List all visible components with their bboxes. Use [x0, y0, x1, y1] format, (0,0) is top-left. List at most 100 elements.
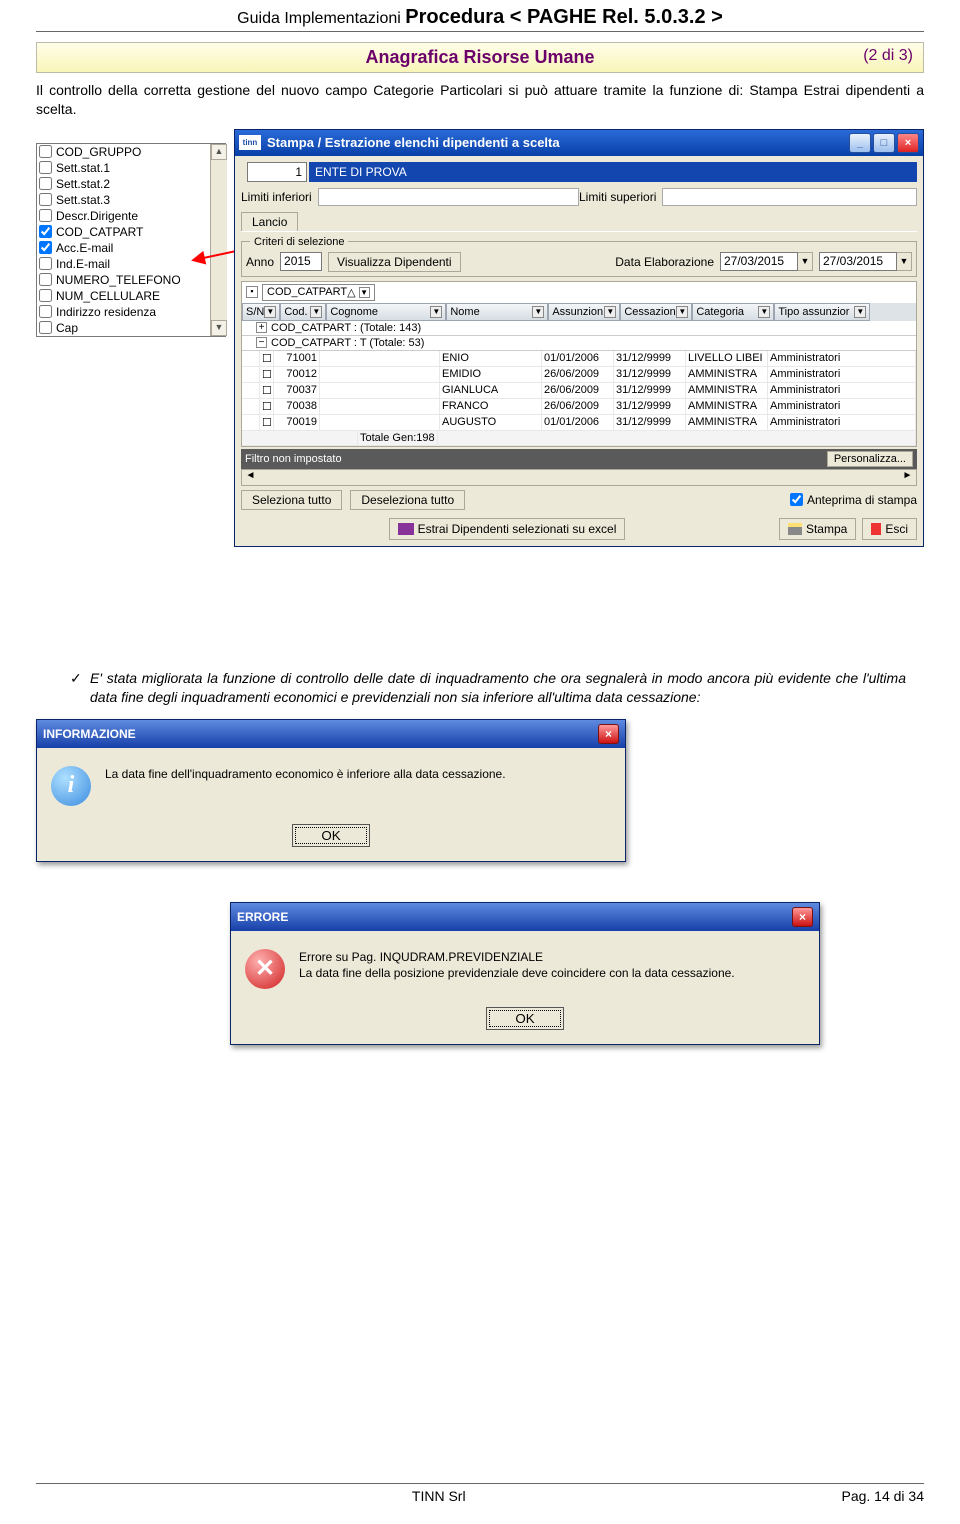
anno-input[interactable]: 2015: [280, 252, 322, 271]
scroll-down-icon[interactable]: ▼: [211, 320, 227, 336]
column-filter-icon[interactable]: ▼: [854, 306, 866, 318]
fieldlist-item[interactable]: Cap: [37, 320, 225, 336]
close-button[interactable]: ×: [792, 907, 813, 927]
data-elab-to[interactable]: 27/03/2015: [819, 252, 897, 271]
group-row-2[interactable]: −COD_CATPART : T (Totale: 53): [242, 336, 916, 351]
dialog-titlebar[interactable]: ERRORE ×: [231, 903, 819, 931]
row-checkbox[interactable]: ☐: [260, 351, 274, 366]
fieldlist-label: Sett.stat.2: [56, 177, 110, 191]
limiti-superiori-field[interactable]: [662, 188, 917, 206]
fieldlist-checkbox[interactable]: [39, 305, 52, 318]
fieldlist-label: Cap: [56, 321, 78, 335]
dropdown-arrow-icon[interactable]: ▼: [897, 252, 912, 271]
personalizza-button[interactable]: Personalizza...: [827, 451, 913, 467]
screenshot-area-1: ▲ ▼ COD_GRUPPOSett.stat.1Sett.stat.2Sett…: [36, 129, 924, 639]
fieldlist-checkbox[interactable]: [39, 209, 52, 222]
fieldlist-checkbox[interactable]: [39, 257, 52, 270]
column-filter-icon[interactable]: ▼: [532, 306, 544, 318]
collapse-icon[interactable]: −: [256, 337, 267, 348]
group-row-1[interactable]: + COD_CATPART : (Totale: 143): [242, 321, 916, 336]
fieldlist-item[interactable]: Sett.stat.3: [37, 192, 225, 208]
fieldlist-checkbox[interactable]: [39, 161, 52, 174]
column-header[interactable]: Assunzion▼: [548, 303, 620, 321]
column-header[interactable]: Tipo assunzior▼: [774, 303, 870, 321]
data-grid[interactable]: ▪ COD_CATPART △ ▼ S/N▼Cod.▼Cognome▼Nome▼…: [241, 281, 917, 447]
seleziona-tutto-button[interactable]: Seleziona tutto: [241, 490, 342, 510]
fieldlist-checkbox[interactable]: [39, 321, 52, 334]
maximize-button[interactable]: □: [873, 133, 895, 153]
fieldlist-checkbox[interactable]: [39, 289, 52, 302]
excel-icon: [398, 523, 414, 535]
column-filter-icon[interactable]: ▼: [604, 306, 616, 318]
dialog-title: INFORMAZIONE: [43, 727, 136, 741]
column-filter-icon[interactable]: ▼: [264, 306, 276, 318]
error-line-1: Errore su Pag. INQUDRAM.PREVIDENZIALE: [299, 950, 543, 964]
table-row[interactable]: ☐70019AUGUSTO01/01/200631/12/9999AMMINIS…: [242, 415, 916, 431]
column-filter-icon[interactable]: ▼: [758, 306, 770, 318]
fieldlist-item[interactable]: Indirizzo residenza: [37, 304, 225, 320]
close-button[interactable]: ×: [598, 724, 619, 744]
row-checkbox[interactable]: ☐: [260, 367, 274, 382]
column-filter-icon[interactable]: ▼: [310, 306, 322, 318]
fieldlist-item[interactable]: COD_CATPART: [37, 224, 225, 240]
column-header[interactable]: Cod.▼: [280, 303, 326, 321]
fieldlist-checkbox[interactable]: [39, 177, 52, 190]
column-header[interactable]: S/N▼: [242, 303, 280, 321]
estrai-excel-button[interactable]: Estrai Dipendenti selezionati su excel: [389, 518, 626, 540]
row-checkbox[interactable]: ☐: [260, 399, 274, 414]
fieldlist-item[interactable]: Sett.stat.1: [37, 160, 225, 176]
table-row[interactable]: ☐70012EMIDIO26/06/200931/12/9999AMMINIST…: [242, 367, 916, 383]
fieldlist-checkbox[interactable]: [39, 273, 52, 286]
limiti-superiori-label: Limiti superiori: [579, 190, 656, 204]
column-header[interactable]: Categoria▼: [692, 303, 774, 321]
column-filter-icon[interactable]: ▼: [676, 306, 688, 318]
column-header[interactable]: Nome▼: [446, 303, 548, 321]
field-list[interactable]: ▲ ▼ COD_GRUPPOSett.stat.1Sett.stat.2Sett…: [36, 143, 226, 337]
fieldlist-checkbox[interactable]: [39, 193, 52, 206]
column-header[interactable]: Cessazion▼: [620, 303, 692, 321]
esci-button[interactable]: Esci: [862, 518, 917, 540]
table-row[interactable]: ☐71001ENIO01/01/200631/12/9999LIVELLO LI…: [242, 351, 916, 367]
fieldlist-item[interactable]: Descr.Dirigente: [37, 208, 225, 224]
fieldlist-item[interactable]: NUMERO_TELEFONO: [37, 272, 225, 288]
row-indicator-icon[interactable]: ▪: [246, 286, 258, 298]
close-button[interactable]: ×: [897, 133, 919, 153]
visualizza-dipendenti-button[interactable]: Visualizza Dipendenti: [328, 252, 461, 272]
totale-gen-value: 198: [416, 432, 434, 444]
minimize-button[interactable]: _: [849, 133, 871, 153]
data-elab-from[interactable]: 27/03/2015: [720, 252, 798, 271]
fieldlist-item[interactable]: COD_GRUPPO: [37, 144, 225, 160]
stampa-button[interactable]: Stampa: [779, 518, 856, 540]
table-row[interactable]: ☐70037GIANLUCA26/06/200931/12/9999AMMINI…: [242, 383, 916, 399]
fieldlist-scrollbar[interactable]: ▲ ▼: [210, 144, 227, 336]
dropdown-arrow-icon[interactable]: ▼: [798, 252, 813, 271]
exit-icon: [871, 523, 881, 535]
window-titlebar[interactable]: tinn Stampa / Estrazione elenchi dipende…: [235, 130, 923, 156]
horizontal-scrollbar[interactable]: ◄►: [241, 469, 917, 486]
fieldlist-checkbox[interactable]: [39, 241, 52, 254]
info-icon: i: [51, 766, 91, 806]
deseleziona-tutto-button[interactable]: Deseleziona tutto: [350, 490, 465, 510]
row-checkbox[interactable]: ☐: [260, 383, 274, 398]
ente-name: ENTE DI PROVA: [309, 162, 917, 182]
column-header[interactable]: Cognome▼: [326, 303, 446, 321]
limiti-inferiori-field[interactable]: [318, 188, 579, 206]
dialog-titlebar[interactable]: INFORMAZIONE ×: [37, 720, 625, 748]
fieldlist-checkbox[interactable]: [39, 145, 52, 158]
scroll-up-icon[interactable]: ▲: [211, 144, 227, 160]
expand-icon[interactable]: +: [256, 322, 267, 333]
table-row[interactable]: ☐70038FRANCO26/06/200931/12/9999AMMINIST…: [242, 399, 916, 415]
tab-lancio[interactable]: Lancio: [241, 212, 298, 231]
group-by-field-button[interactable]: COD_CATPART △ ▼: [262, 284, 375, 301]
fieldlist-item[interactable]: Sett.stat.2: [37, 176, 225, 192]
row-checkbox[interactable]: ☐: [260, 415, 274, 430]
ok-button[interactable]: OK: [486, 1007, 563, 1030]
footer-company: TINN Srl: [36, 1488, 841, 1504]
fieldlist-item[interactable]: NUM_CELLULARE: [37, 288, 225, 304]
group-1-text: COD_CATPART : (Totale: 143): [271, 322, 421, 334]
fieldlist-checkbox[interactable]: [39, 225, 52, 238]
ente-number[interactable]: 1: [247, 162, 307, 182]
column-filter-icon[interactable]: ▼: [430, 306, 442, 318]
ok-button[interactable]: OK: [292, 824, 369, 847]
anteprima-stampa-checkbox[interactable]: Anteprima di stampa: [790, 493, 917, 507]
